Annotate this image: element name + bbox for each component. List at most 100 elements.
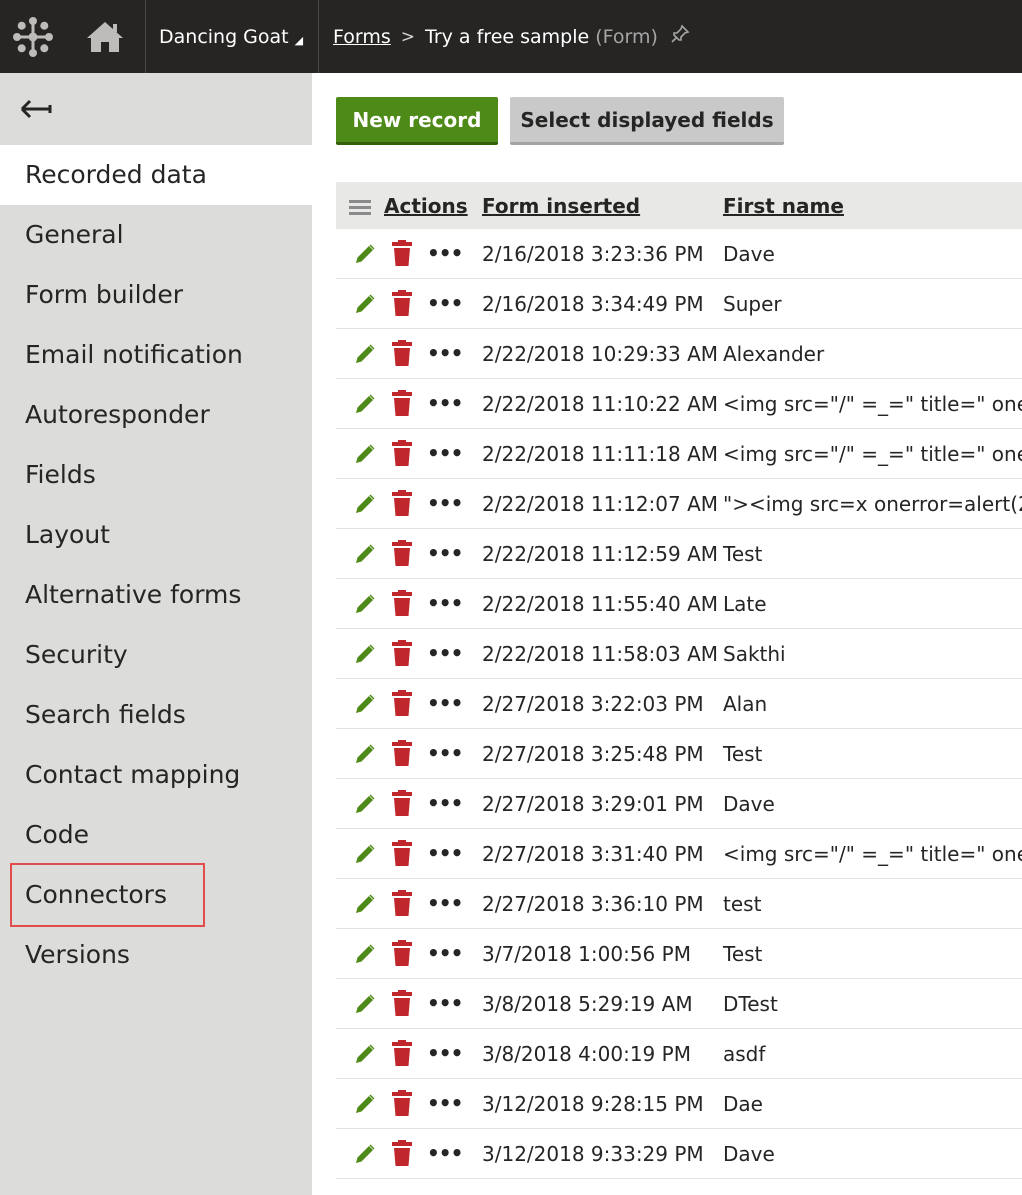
delete-trash-icon[interactable] bbox=[392, 490, 412, 516]
edit-pencil-icon[interactable] bbox=[353, 342, 377, 366]
more-actions-button[interactable]: ••• bbox=[427, 1141, 463, 1165]
sidebar-item-recorded-data[interactable]: Recorded data bbox=[0, 145, 312, 205]
more-actions-button[interactable]: ••• bbox=[427, 291, 463, 315]
more-actions-button[interactable]: ••• bbox=[427, 941, 463, 965]
edit-pencil-icon[interactable] bbox=[353, 292, 377, 316]
table-row: ••• 3/8/2018 4:00:19 PM asdf bbox=[336, 1029, 1022, 1079]
more-actions-button[interactable]: ••• bbox=[427, 641, 463, 665]
grid-body: ••• 2/16/2018 3:23:36 PM Dave ••• 2/16/2018 … bbox=[336, 229, 1022, 1179]
edit-pencil-icon[interactable] bbox=[353, 242, 377, 266]
more-actions-button[interactable]: ••• bbox=[427, 891, 463, 915]
column-menu-icon[interactable] bbox=[349, 197, 371, 215]
sidebar-item-fields[interactable]: Fields bbox=[0, 445, 312, 505]
more-actions-button[interactable]: ••• bbox=[427, 241, 463, 265]
sidebar-item-label: Fields bbox=[25, 460, 96, 489]
sidebar-item-label: Contact mapping bbox=[25, 760, 241, 789]
column-header-form-inserted[interactable]: Form inserted bbox=[482, 194, 640, 218]
sidebar-item-connectors[interactable]: Connectors bbox=[0, 863, 312, 927]
edit-pencil-icon[interactable] bbox=[353, 1142, 377, 1166]
grid-header: Actions Form inserted First name bbox=[336, 182, 1022, 229]
edit-pencil-icon[interactable] bbox=[353, 842, 377, 866]
edit-pencil-icon[interactable] bbox=[353, 692, 377, 716]
delete-trash-icon[interactable] bbox=[392, 390, 412, 416]
delete-trash-icon[interactable] bbox=[392, 640, 412, 666]
edit-pencil-icon[interactable] bbox=[353, 942, 377, 966]
edit-pencil-icon[interactable] bbox=[353, 442, 377, 466]
more-actions-button[interactable]: ••• bbox=[427, 441, 463, 465]
site-name: Dancing Goat bbox=[159, 25, 289, 48]
more-actions-button[interactable]: ••• bbox=[427, 741, 463, 765]
delete-trash-icon[interactable] bbox=[392, 240, 412, 266]
sidebar-item-autoresponder[interactable]: Autoresponder bbox=[0, 385, 312, 445]
delete-trash-icon[interactable] bbox=[392, 1140, 412, 1166]
cell-first-name: Dave bbox=[723, 242, 775, 266]
more-actions-button[interactable]: ••• bbox=[427, 341, 463, 365]
sidebar-item-versions[interactable]: Versions bbox=[0, 925, 312, 985]
more-actions-button[interactable]: ••• bbox=[427, 1041, 463, 1065]
sidebar-item-code[interactable]: Code bbox=[0, 805, 312, 865]
sidebar-item-label: Search fields bbox=[25, 700, 186, 729]
sidebar-item-layout[interactable]: Layout bbox=[0, 505, 312, 565]
edit-pencil-icon[interactable] bbox=[353, 992, 377, 1016]
cell-form-inserted: 2/22/2018 10:29:33 AM bbox=[482, 342, 719, 366]
more-actions-button[interactable]: ••• bbox=[427, 791, 463, 815]
table-row: ••• 2/27/2018 3:31:40 PM <img src="/" =_="… bbox=[336, 829, 1022, 879]
delete-trash-icon[interactable] bbox=[392, 440, 412, 466]
sidebar-item-search-fields[interactable]: Search fields bbox=[0, 685, 312, 745]
sidebar-item-contact-mapping[interactable]: Contact mapping bbox=[0, 745, 312, 805]
sidebar-item-label: Security bbox=[25, 640, 128, 669]
column-header-actions[interactable]: Actions bbox=[384, 194, 468, 218]
more-actions-button[interactable]: ••• bbox=[427, 991, 463, 1015]
edit-pencil-icon[interactable] bbox=[353, 742, 377, 766]
delete-trash-icon[interactable] bbox=[392, 340, 412, 366]
pin-icon[interactable] bbox=[670, 24, 690, 49]
more-actions-button[interactable]: ••• bbox=[427, 841, 463, 865]
more-actions-button[interactable]: ••• bbox=[427, 591, 463, 615]
edit-pencil-icon[interactable] bbox=[353, 492, 377, 516]
edit-pencil-icon[interactable] bbox=[353, 892, 377, 916]
more-actions-button[interactable]: ••• bbox=[427, 391, 463, 415]
sidebar-item-alternative-forms[interactable]: Alternative forms bbox=[0, 565, 312, 625]
edit-pencil-icon[interactable] bbox=[353, 542, 377, 566]
delete-trash-icon[interactable] bbox=[392, 540, 412, 566]
sidebar-item-general[interactable]: General bbox=[0, 205, 312, 265]
delete-trash-icon[interactable] bbox=[392, 740, 412, 766]
delete-trash-icon[interactable] bbox=[392, 840, 412, 866]
table-row: ••• 2/16/2018 3:34:49 PM Super bbox=[336, 279, 1022, 329]
cell-first-name: test bbox=[723, 892, 762, 916]
delete-trash-icon[interactable] bbox=[392, 890, 412, 916]
more-actions-button[interactable]: ••• bbox=[427, 1091, 463, 1115]
select-displayed-fields-button[interactable]: Select displayed fields bbox=[510, 97, 784, 145]
edit-pencil-icon[interactable] bbox=[353, 1042, 377, 1066]
delete-trash-icon[interactable] bbox=[392, 990, 412, 1016]
site-selector[interactable]: Dancing Goat ◢ bbox=[145, 0, 319, 73]
sidebar-item-email-notification[interactable]: Email notification bbox=[0, 325, 312, 385]
cell-first-name: Sakthi bbox=[723, 642, 786, 666]
edit-pencil-icon[interactable] bbox=[353, 792, 377, 816]
column-header-first-name[interactable]: First name bbox=[723, 194, 844, 218]
more-actions-button[interactable]: ••• bbox=[427, 541, 463, 565]
sidebar-item-security[interactable]: Security bbox=[0, 625, 312, 685]
chevron-down-icon: ◢ bbox=[294, 34, 304, 47]
home-icon[interactable] bbox=[66, 0, 144, 73]
breadcrumb-forms-link[interactable]: Forms bbox=[333, 26, 391, 48]
table-row: ••• 2/27/2018 3:36:10 PM test bbox=[336, 879, 1022, 929]
back-arrow-icon[interactable] bbox=[18, 95, 54, 123]
new-record-button[interactable]: New record bbox=[336, 97, 498, 145]
delete-trash-icon[interactable] bbox=[392, 590, 412, 616]
table-row: ••• 2/22/2018 11:58:03 AM Sakthi bbox=[336, 629, 1022, 679]
edit-pencil-icon[interactable] bbox=[353, 1092, 377, 1116]
delete-trash-icon[interactable] bbox=[392, 1090, 412, 1116]
delete-trash-icon[interactable] bbox=[392, 940, 412, 966]
delete-trash-icon[interactable] bbox=[392, 1040, 412, 1066]
more-actions-button[interactable]: ••• bbox=[427, 691, 463, 715]
delete-trash-icon[interactable] bbox=[392, 290, 412, 316]
edit-pencil-icon[interactable] bbox=[353, 392, 377, 416]
delete-trash-icon[interactable] bbox=[392, 690, 412, 716]
edit-pencil-icon[interactable] bbox=[353, 592, 377, 616]
delete-trash-icon[interactable] bbox=[392, 790, 412, 816]
more-actions-button[interactable]: ••• bbox=[427, 491, 463, 515]
kentico-logo-icon[interactable] bbox=[0, 0, 66, 73]
edit-pencil-icon[interactable] bbox=[353, 642, 377, 666]
sidebar-item-form-builder[interactable]: Form builder bbox=[0, 265, 312, 325]
